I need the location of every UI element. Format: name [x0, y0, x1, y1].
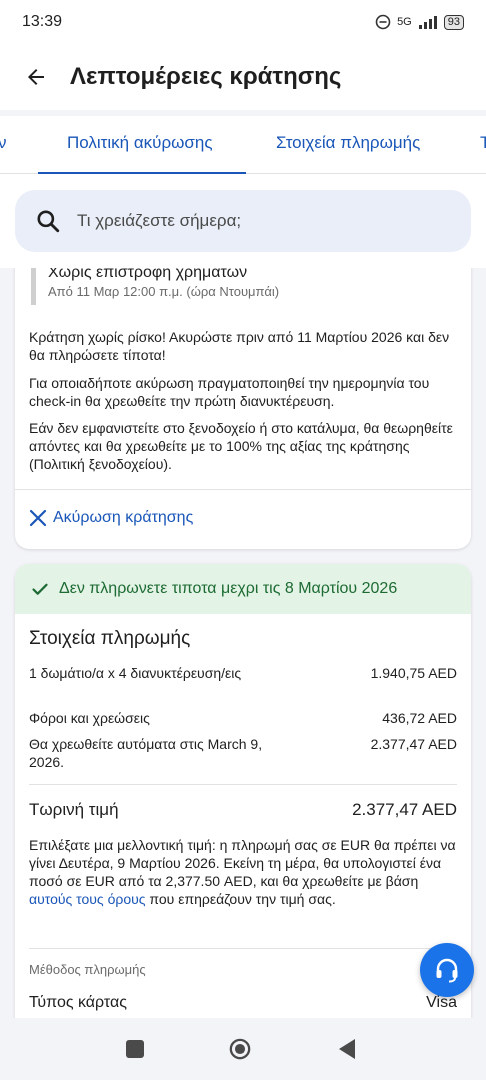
- note-text: Επιλέξατε μια μελλοντική τιμή: η πληρωμή…: [29, 837, 456, 889]
- home-button[interactable]: [229, 1038, 251, 1060]
- pay-later-text: Δεν πληρωνετε τιποτα μεχρι τις 8 Μαρτίου…: [59, 580, 398, 597]
- status-time: 13:39: [22, 13, 63, 30]
- close-icon: [29, 509, 47, 527]
- back-button[interactable]: [22, 63, 50, 91]
- payment-heading: Στοιχεία πληρωμής: [29, 628, 191, 649]
- line-item-label: Θα χρεωθείτε αυτόματα στις March 9, 2026…: [29, 736, 263, 770]
- recent-apps-button[interactable]: [124, 1038, 146, 1060]
- policy-paragraph: Εάν δεν εμφανιστείτε στο ξενοδοχείο ή στ…: [29, 420, 453, 472]
- terms-link[interactable]: αυτούς τους όρους: [29, 891, 146, 907]
- tab-previous[interactable]: ν: [0, 116, 7, 174]
- cancellation-policy-card: Χωρίς επιστροφή χρημάτων Από 11 Μαρ 12:0…: [15, 255, 471, 549]
- signal-icon: [418, 16, 437, 29]
- status-bar: 13:39 5G 93: [0, 0, 486, 44]
- price-line-item: 1 δωμάτιο/α x 4 διανυκτέρευση/εις 1.940,…: [29, 664, 457, 682]
- tab-bar: ν Πολιτική ακύρωσης Στοιχεία πληρωμής Τ: [0, 116, 486, 174]
- payment-method-label: Μέθοδος πληρωμής: [29, 962, 146, 977]
- system-nav-bar: [0, 1018, 486, 1080]
- price-line-item: Θα χρεωθείτε αυτόματα στις March 9, 2026…: [29, 735, 457, 771]
- policy-summary: Χωρίς επιστροφή χρημάτων Από 11 Μαρ 12:0…: [31, 263, 279, 305]
- cancel-booking-button[interactable]: Ακύρωση κράτησης: [29, 509, 193, 527]
- cancel-booking-label: Ακύρωση κράτησης: [53, 509, 194, 526]
- current-price-label: Τωρινή τιμή: [29, 800, 119, 819]
- check-icon: [32, 583, 48, 595]
- card-type-row: Τύπος κάρτας Visa: [29, 994, 457, 1012]
- battery-icon: 93: [443, 14, 464, 30]
- current-price-value: 2.377,47 AED: [352, 800, 457, 819]
- policy-paragraph: Για οποιαδήποτε ακύρωση πραγματοποιηθεί …: [29, 375, 430, 409]
- note-text-end: που επηρεάζουν την τιμή σας.: [145, 891, 336, 907]
- triangle-back-icon: [339, 1039, 355, 1059]
- headset-icon: [436, 958, 458, 983]
- tab-cancellation-policy[interactable]: Πολιτική ακύρωσης: [67, 116, 213, 174]
- square-icon: [126, 1040, 144, 1058]
- policy-paragraph: Κράτηση χωρίς ρίσκο! Ακυρώστε πριν από 1…: [29, 329, 450, 363]
- divider: [29, 948, 457, 949]
- line-item-value: 436,72 AED: [382, 710, 457, 726]
- divider: [29, 784, 457, 785]
- line-item-value: 1.940,75 AED: [370, 665, 457, 681]
- future-price-note: Επιλέξατε μια μελλοντική τιμή: η πληρωμή…: [29, 836, 459, 908]
- search-input[interactable]: [77, 211, 437, 231]
- tab-next[interactable]: Τ: [480, 116, 486, 174]
- search-container: [0, 174, 486, 268]
- search-icon: [37, 210, 60, 233]
- status-icons: 5G 93: [375, 14, 464, 30]
- price-line-item: Φόροι και χρεώσεις 436,72 AED: [29, 709, 457, 727]
- search-bar[interactable]: [15, 190, 471, 252]
- pay-later-banner: Δεν πληρωνετε τιποτα μεχρι τις 8 Μαρτίου…: [15, 564, 471, 614]
- page-title: Λεπτομέρειες κράτησης: [70, 63, 342, 90]
- do-not-disturb-icon: [375, 14, 391, 30]
- network-type: 5G: [397, 16, 412, 28]
- divider: [15, 489, 471, 490]
- support-button[interactable]: [420, 943, 474, 997]
- line-item-label: Φόροι και χρεώσεις: [29, 710, 150, 726]
- card-type-value: Visa: [426, 994, 457, 1011]
- payment-details-card: Δεν πληρωνετε τιποτα μεχρι τις 8 Μαρτίου…: [15, 564, 471, 1034]
- arrow-left-icon: [28, 69, 44, 85]
- card-type-label: Τύπος κάρτας: [29, 994, 127, 1011]
- circle-icon: [229, 1038, 251, 1060]
- policy-subtitle: Από 11 Μαρ 12:00 π.μ. (ώρα Ντουμπάι): [48, 284, 280, 299]
- line-item-value: 2.377,47 AED: [370, 736, 457, 752]
- line-item-label: 1 δωμάτιο/α x 4 διανυκτέρευση/εις: [29, 665, 242, 681]
- tab-payment-details[interactable]: Στοιχεία πληρωμής: [276, 116, 420, 174]
- current-price-row: Τωρινή τιμή 2.377,47 AED: [29, 800, 457, 820]
- back-nav-button[interactable]: [336, 1038, 358, 1060]
- app-bar: Λεπτομέρειες κράτησης: [0, 44, 486, 110]
